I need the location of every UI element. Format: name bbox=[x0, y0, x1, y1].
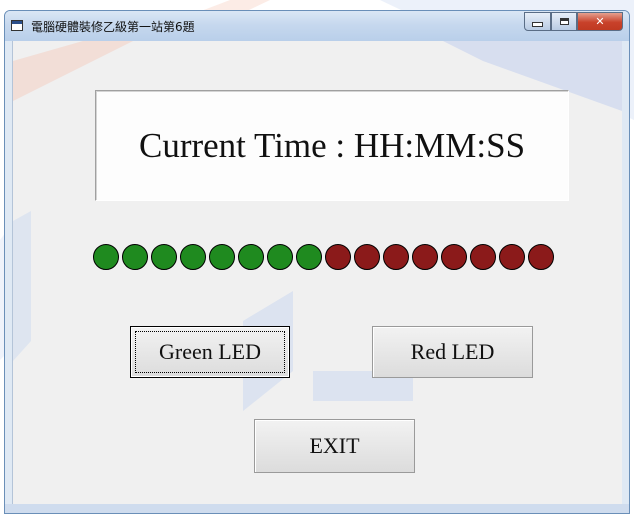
led-11-red bbox=[383, 244, 409, 270]
led-8-green bbox=[296, 244, 322, 270]
led-10-red bbox=[354, 244, 380, 270]
minimize-icon bbox=[532, 22, 543, 27]
led-9-red bbox=[325, 244, 351, 270]
app-window: 電腦硬體裝修乙級第一站第6題 ✕ Current Time : HH:MM:SS bbox=[4, 10, 630, 514]
window-border-bottom bbox=[5, 504, 629, 513]
minimize-button[interactable] bbox=[524, 12, 551, 31]
app-window-icon[interactable] bbox=[11, 20, 23, 31]
close-x-icon: ✕ bbox=[595, 15, 605, 28]
led-5-green bbox=[209, 244, 235, 270]
led-2-green bbox=[122, 244, 148, 270]
led-1-green bbox=[93, 244, 119, 270]
form-client-area: Current Time : HH:MM:SS Green LED Red LE… bbox=[12, 41, 622, 506]
exit-button[interactable]: EXIT bbox=[254, 419, 415, 473]
close-button[interactable]: ✕ bbox=[577, 12, 623, 31]
led-4-green bbox=[180, 244, 206, 270]
led-3-green bbox=[151, 244, 177, 270]
red-led-button-label: Red LED bbox=[410, 339, 495, 364]
exit-button-label: EXIT bbox=[309, 433, 360, 458]
current-time-label: Current Time : HH:MM:SS bbox=[138, 125, 526, 165]
maximize-button[interactable] bbox=[551, 12, 577, 31]
current-time-display: Current Time : HH:MM:SS bbox=[95, 90, 569, 201]
green-led-button[interactable]: Green LED bbox=[130, 326, 290, 378]
led-6-green bbox=[238, 244, 264, 270]
led-13-red bbox=[441, 244, 467, 270]
title-bar[interactable]: 電腦硬體裝修乙級第一站第6題 ✕ bbox=[5, 11, 629, 41]
led-16-red bbox=[528, 244, 554, 270]
led-7-green bbox=[267, 244, 293, 270]
red-led-button[interactable]: Red LED bbox=[372, 326, 533, 378]
led-12-red bbox=[412, 244, 438, 270]
led-row bbox=[93, 244, 557, 272]
window-title: 電腦硬體裝修乙級第一站第6題 bbox=[31, 20, 195, 34]
maximize-icon bbox=[559, 18, 569, 25]
focus-ring bbox=[135, 331, 285, 373]
led-15-red bbox=[499, 244, 525, 270]
led-14-red bbox=[470, 244, 496, 270]
